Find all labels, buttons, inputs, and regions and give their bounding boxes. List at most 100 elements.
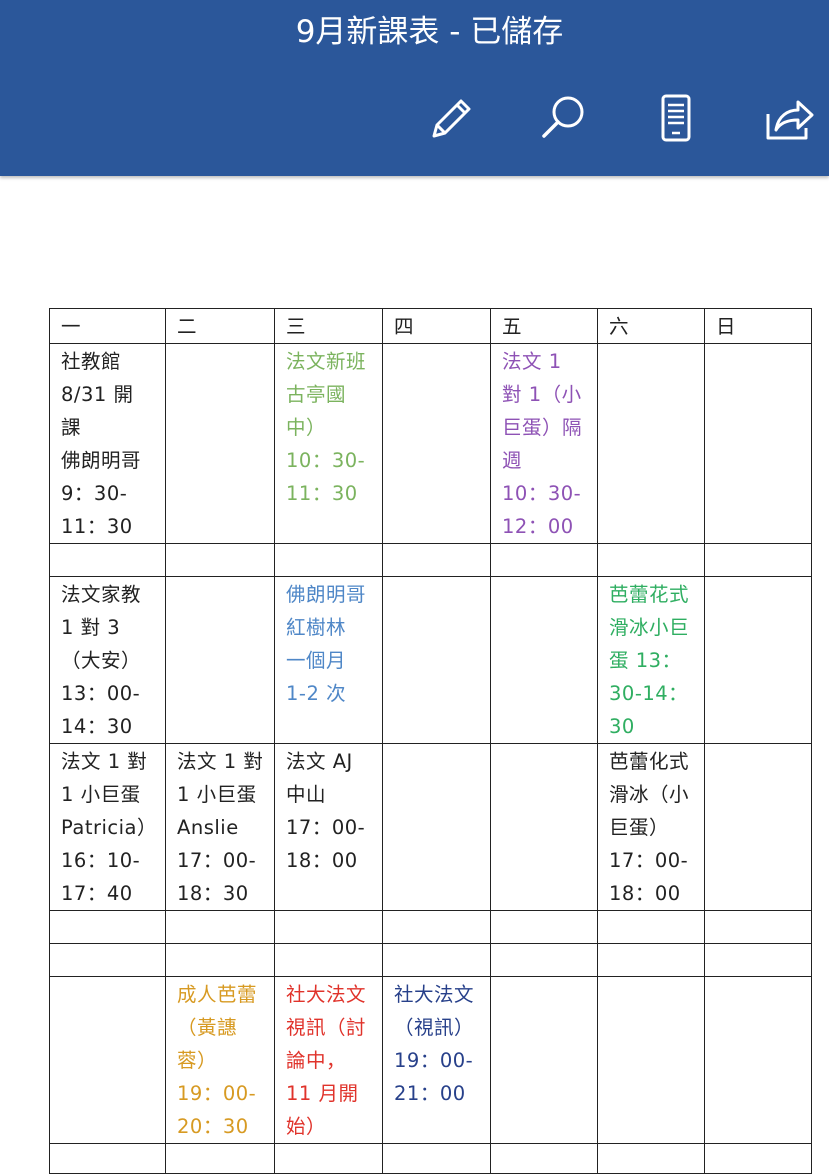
cell-empty [490,976,599,1144]
cell-empty [274,910,384,944]
cell-line: 16：10- [61,849,141,872]
cell-line: 9：30- [61,482,128,505]
cell-empty [490,743,599,911]
document-page[interactable]: 一 二 三 四 五 六 日 社教館 8/31 開 課 佛朗明哥 9：30- 11… [48,308,813,1174]
cell-empty [165,343,276,544]
cell-line: 11：30 [286,482,358,505]
table-header-row: 一 二 三 四 五 六 日 [48,308,813,344]
cell-empty [48,543,167,577]
cell-line: 滑冰小巨 [609,616,690,639]
cell-line: 始） [286,1115,327,1138]
day-header-sat: 六 [597,308,706,344]
cell-empty [597,976,706,1144]
cell-line: 19：00- [177,1082,257,1105]
cell-line: 11：30 [61,515,133,538]
cell-tue-class: 法文 1 對 1 小巨蛋 Anslie 17：00- 18：30 [165,743,276,911]
cell-empty [165,1143,276,1174]
cell-empty [704,943,813,977]
cell-empty [597,943,706,977]
cell-fri-class: 法文 1 對 1（小 巨蛋）隔 週 10：30- 12：00 [490,343,599,544]
cell-empty [274,943,384,977]
reading-view-button[interactable] [646,88,706,148]
cell-line: 14：30 [61,715,133,738]
table-row-empty [48,943,813,977]
cell-line: 18：30 [177,882,249,905]
cell-line: 10：30- [286,449,366,472]
cell-line: 芭蕾化式 [609,750,690,773]
table-row: 法文家教 1 對 3 （大安） 13：00- 14：30 佛朗明哥 紅樹林 一個… [48,576,813,744]
cell-line: 10：30- [502,482,582,505]
cell-line: 中） [286,416,327,439]
cell-empty [490,910,599,944]
cell-line: 20：30 [177,1115,249,1138]
cell-line: （大安） [61,649,142,672]
cell-mon-class: 法文家教 1 對 3 （大安） 13：00- 14：30 [48,576,167,744]
cell-line: 18：00 [286,849,358,872]
cell-empty [704,543,813,577]
cell-line: 法文 AJ [286,750,353,773]
day-header-thu: 四 [382,308,492,344]
day-header-tue: 二 [165,308,276,344]
cell-wed-class: 佛朗明哥 紅樹林 一個月 1-2 次 [274,576,384,744]
cell-empty [490,576,599,744]
cell-empty [382,910,492,944]
cell-line: 週 [502,449,523,472]
pencil-icon [432,99,471,138]
cell-line: 1-2 次 [286,682,347,705]
cell-empty [704,743,813,911]
cell-thu-class: 社大法文 （視訊） 19：00- 21：00 [382,976,492,1144]
cell-mon-class: 社教館 8/31 開 課 佛朗明哥 9：30- 11：30 [48,343,167,544]
cell-line: 巨蛋） [609,816,670,839]
cell-wed-class: 社大法文 視訊（討 論中， 11 月開 始） [274,976,384,1144]
cell-sat-class: 芭蕾化式 滑冰（小 巨蛋） 17：00- 18：00 [597,743,706,911]
cell-line: 法文 1 [502,350,562,373]
cell-line: 法文 1 對 [61,750,148,773]
cell-line: 17：00- [286,816,366,839]
cell-line: 佛朗明哥 [286,583,367,606]
search-button[interactable] [534,88,594,148]
cell-empty [490,943,599,977]
table-row: 法文 1 對 1 小巨蛋 Patricia） 16：10- 17：40 法文 1… [48,743,813,911]
search-icon [542,96,584,138]
cell-line: Patricia） [61,816,158,839]
cell-line: 17：00- [177,849,257,872]
cell-empty [597,1143,706,1174]
table-row-empty [48,910,813,944]
cell-wed-class: 法文新班 古亭國 中） 10：30- 11：30 [274,343,384,544]
cell-line: （黃譓 [177,1016,238,1039]
cell-empty [704,976,813,1144]
share-button[interactable] [758,88,818,148]
cell-empty [704,910,813,944]
table-row-empty [48,543,813,577]
cell-line: 視訊（討 [286,1016,367,1039]
cell-empty [704,1143,813,1174]
cell-empty [274,1143,384,1174]
cell-line: 19：00- [394,1049,474,1072]
share-icon [766,100,814,140]
cell-empty [382,576,492,744]
cell-empty [382,1143,492,1174]
cell-line: 18：00 [609,882,681,905]
cell-line: 法文家教 [61,583,142,606]
day-header-mon: 一 [48,308,167,344]
cell-line: 紅樹林 [286,616,347,639]
cell-empty [48,910,167,944]
cell-line: 17：40 [61,882,133,905]
cell-line: 17：00- [609,849,689,872]
cell-empty [382,343,492,544]
cell-line: 法文 1 對 [177,750,264,773]
cell-line: 芭蕾花式 [609,583,690,606]
cell-line: 11 月開 [286,1082,359,1105]
cell-line: 課 [61,416,82,439]
cell-empty [274,543,384,577]
cell-wed-class: 法文 AJ 中山 17：00- 18：00 [274,743,384,911]
cell-empty [48,1143,167,1174]
cell-line: 12：00 [502,515,574,538]
app-header: 9月新課表 - 已儲存 [0,0,829,176]
cell-line: Anslie [177,816,239,839]
cell-empty [490,543,599,577]
cell-empty [48,943,167,977]
cell-line: 社大法文 [286,983,367,1006]
edit-button[interactable] [422,88,482,148]
reading-view-icon [661,94,691,142]
